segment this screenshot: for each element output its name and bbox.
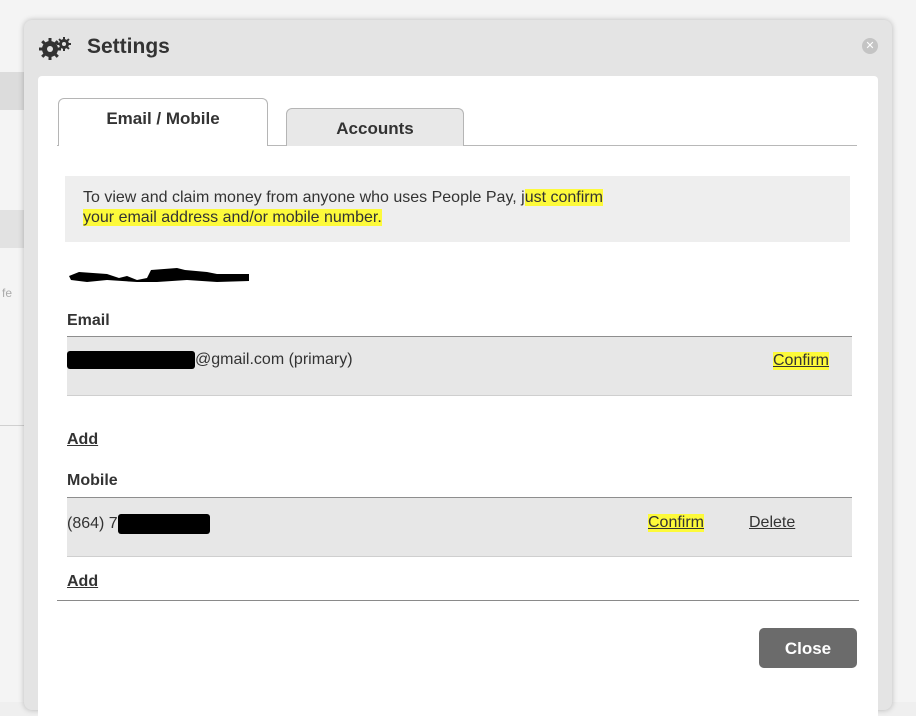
settings-dialog: Settings ✕ Email / Mobile Accounts To vi… xyxy=(24,20,892,716)
mobile-row: (864) 7 Confirm Delete xyxy=(67,497,852,557)
email-suffix: @gmail.com (primary) xyxy=(195,351,353,369)
mobile-add-link[interactable]: Add xyxy=(67,573,98,591)
notice-text: To view and claim money from anyone who … xyxy=(83,189,525,206)
footer-divider xyxy=(57,600,859,601)
mobile-value: (864) 7 xyxy=(67,514,210,534)
redacted-email xyxy=(67,351,195,369)
tab-accounts[interactable]: Accounts xyxy=(286,108,464,146)
close-icon[interactable]: ✕ xyxy=(862,38,878,54)
notice-highlight: ust confirm xyxy=(524,189,603,206)
gears-icon xyxy=(39,37,71,60)
mobile-delete-link[interactable]: Delete xyxy=(749,514,795,532)
email-add-link[interactable]: Add xyxy=(67,431,98,449)
email-label: Email xyxy=(67,312,110,329)
mobile-confirm-link[interactable]: Confirm xyxy=(648,514,705,532)
redacted-mobile xyxy=(117,514,210,534)
mobile-label: Mobile xyxy=(67,472,118,489)
info-notice: To view and claim money from anyone who … xyxy=(65,176,850,242)
dialog-content: Email / Mobile Accounts To view and clai… xyxy=(38,76,878,716)
close-button[interactable]: Close xyxy=(759,628,857,668)
email-row: @gmail.com (primary) Confirm xyxy=(67,336,852,396)
mobile-prefix: (864) 7 xyxy=(67,515,118,533)
notice-highlight: your email address and/or mobile number. xyxy=(83,209,382,226)
background-bar xyxy=(0,210,24,248)
redacted-name xyxy=(69,268,249,282)
email-value: @gmail.com (primary) xyxy=(67,351,353,369)
tab-email-mobile[interactable]: Email / Mobile xyxy=(58,98,268,146)
background-divider xyxy=(0,425,24,426)
background-fragment: fe xyxy=(2,286,13,300)
email-confirm-link[interactable]: Confirm xyxy=(773,352,830,370)
dialog-title: Settings xyxy=(87,35,170,58)
